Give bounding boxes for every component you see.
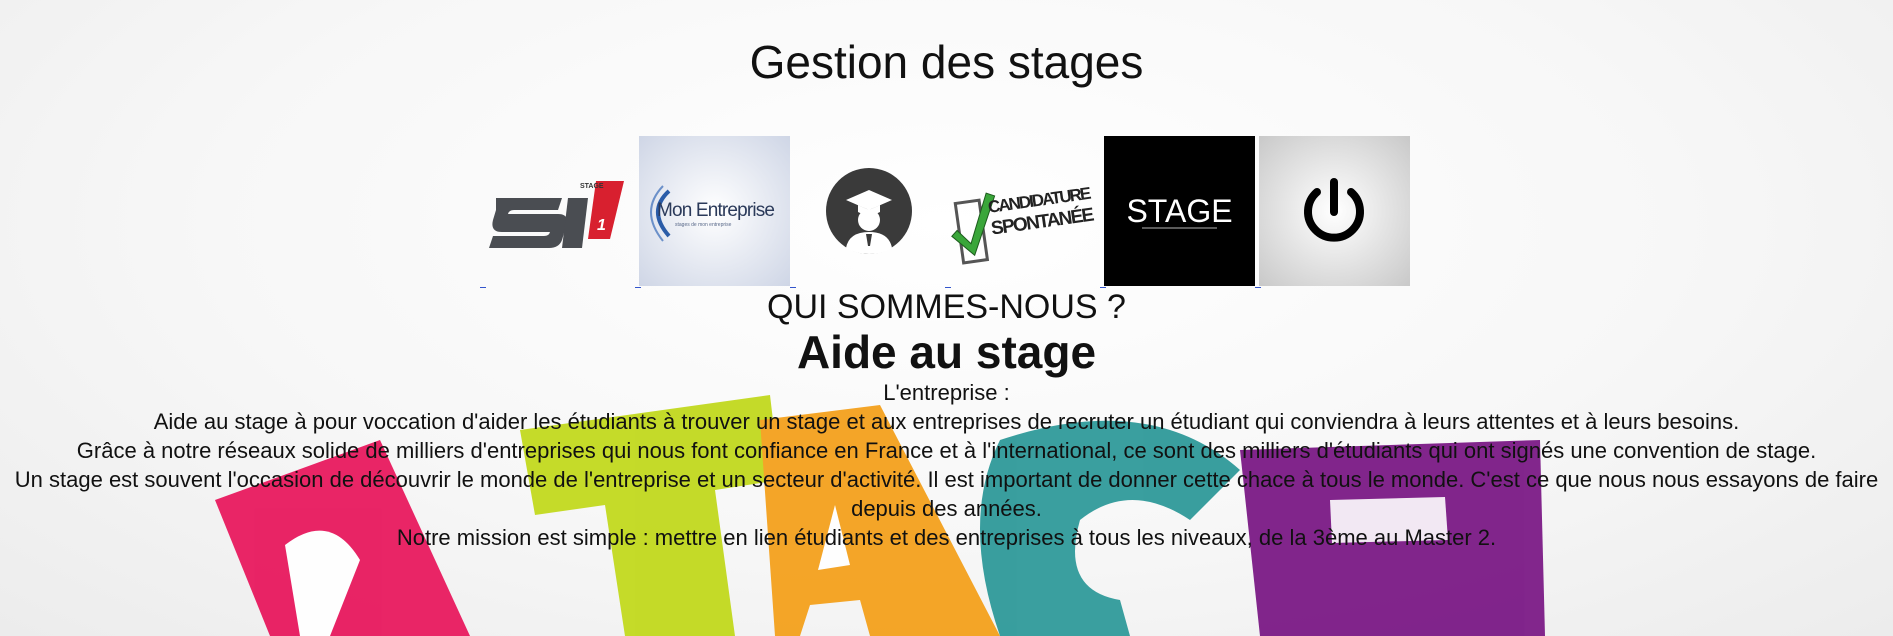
about-section: QUI SOMMES-NOUS ? Aide au stage L'entrep… — [0, 288, 1893, 552]
about-paragraph-4: Notre mission est simple : mettre en lie… — [396, 525, 1497, 550]
nav-link-stage[interactable]: STAGE — [1099, 136, 1255, 288]
stage-s1-logo-num: 1 — [597, 217, 606, 234]
about-heading: QUI SOMMES-NOUS ? — [767, 288, 1126, 326]
about-paragraph-2: Grâce à notre réseaux solide de milliers… — [76, 438, 1817, 463]
nav-link-candidature-spontanee[interactable]: CANDIDATURE SPONTANÉE — [944, 136, 1100, 288]
mon-entreprise-logo-subtext: stages de mon entreprise — [675, 222, 732, 228]
stage-s1-logo-icon: 1 STAGE — [488, 181, 624, 248]
page-title: Gestion des stages — [749, 36, 1144, 88]
mon-entreprise-logo-text: Mon Entreprise — [657, 200, 775, 221]
graduate-student-icon — [825, 168, 912, 254]
nav-link-student-profile[interactable] — [789, 136, 945, 288]
nav-bar: 1 STAGE Mon Entreprise stages de mon ent… — [0, 136, 1893, 288]
stage-tile-icon: STAGE — [1103, 136, 1255, 286]
candidature-spontanee-icon: CANDIDATURE SPONTANÉE — [950, 184, 1095, 265]
nav-link-mon-entreprise[interactable]: Mon Entreprise stages de mon entreprise — [634, 136, 790, 288]
nav-link-stage-s1[interactable]: 1 STAGE — [479, 136, 635, 288]
brand-title: Aide au stage — [796, 326, 1097, 378]
about-paragraph-3: Un stage est souvent l'occasion de décou… — [14, 467, 1879, 521]
nav-link-logout[interactable] — [1254, 136, 1410, 288]
power-icon — [1258, 136, 1410, 286]
main-content: Gestion des stages 1 STAGE Mon Entrepris… — [0, 0, 1893, 552]
stage-s1-logo-small: STAGE — [580, 183, 604, 190]
stage-tile-text: STAGE — [1126, 193, 1232, 229]
mon-entreprise-logo-icon: Mon Entreprise stages de mon entreprise — [638, 136, 790, 286]
about-paragraph-1: Aide au stage à pour voccation d'aider l… — [153, 409, 1740, 434]
about-label: L'entreprise : — [883, 380, 1010, 405]
